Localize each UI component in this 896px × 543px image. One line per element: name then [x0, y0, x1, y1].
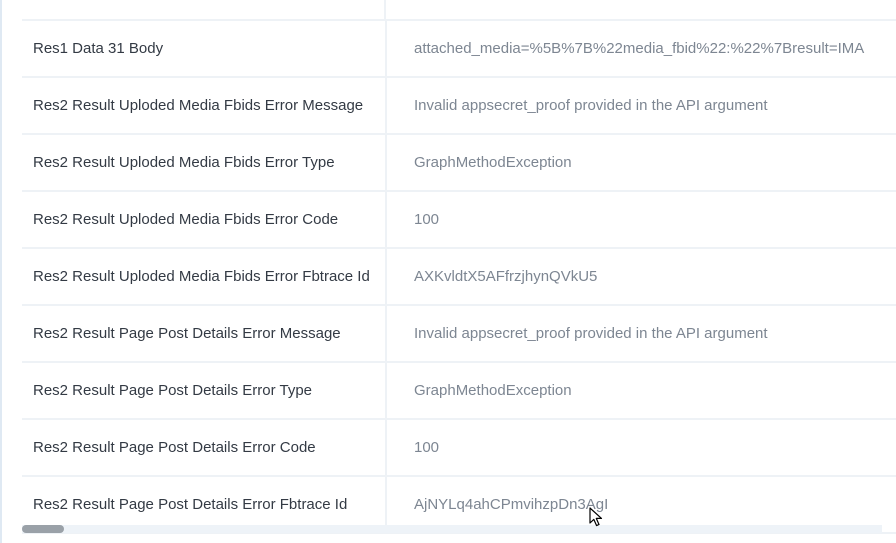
- horizontal-scrollbar-track[interactable]: [22, 525, 882, 533]
- row-value: AXKvldtX5AFfrzjhynQVkU5: [414, 268, 598, 285]
- key-value-table: Res1 Data 31 Body attached_media=%5B%7B%…: [22, 0, 896, 534]
- row-key: Res2 Result Page Post Details Error Code: [22, 420, 387, 475]
- row-key: Res2 Result Page Post Details Error Fbtr…: [22, 477, 387, 532]
- mouse-pointer-icon: [589, 507, 603, 527]
- row-value: AjNYLq4ahCPmvihzpDn3AgI: [414, 496, 609, 513]
- row-key: Res1 Data 31 Body: [22, 21, 387, 76]
- table-row: Res2 Result Uploded Media Fbids Error Co…: [22, 192, 896, 249]
- row-key: Res2 Result Uploded Media Fbids Error Co…: [22, 192, 387, 247]
- panel-left-border: [0, 0, 2, 543]
- table-row: Res2 Result Page Post Details Error Type…: [22, 363, 896, 420]
- row-key: Res2 Result Page Post Details Error Type: [22, 363, 387, 418]
- row-value: GraphMethodException: [414, 382, 572, 399]
- row-value: 100: [414, 439, 440, 456]
- table-top-edge: [22, 0, 896, 21]
- table-row: Res2 Result Uploded Media Fbids Error Me…: [22, 78, 896, 135]
- table-row: Res2 Result Page Post Details Error Mess…: [22, 306, 896, 363]
- row-key: Res2 Result Uploded Media Fbids Error Fb…: [22, 249, 387, 304]
- row-value: Invalid appsecret_proof provided in the …: [414, 97, 768, 114]
- row-key: Res2 Result Uploded Media Fbids Error Ty…: [22, 135, 387, 190]
- data-table-panel: Res1 Data 31 Body attached_media=%5B%7B%…: [0, 0, 896, 543]
- table-row: Res2 Result Page Post Details Error Code…: [22, 420, 896, 477]
- table-row: Res1 Data 31 Body attached_media=%5B%7B%…: [22, 21, 896, 78]
- row-value: GraphMethodException: [414, 154, 572, 171]
- table-row: Res2 Result Uploded Media Fbids Error Fb…: [22, 249, 896, 306]
- row-key: Res2 Result Page Post Details Error Mess…: [22, 306, 387, 361]
- row-value: 100: [414, 211, 440, 228]
- row-value: Invalid appsecret_proof provided in the …: [414, 325, 768, 342]
- table-row: Res2 Result Uploded Media Fbids Error Ty…: [22, 135, 896, 192]
- row-key: Res2 Result Uploded Media Fbids Error Me…: [22, 78, 387, 133]
- row-value: attached_media=%5B%7B%22media_fbid%22:%2…: [414, 40, 865, 57]
- horizontal-scrollbar-thumb[interactable]: [22, 525, 64, 533]
